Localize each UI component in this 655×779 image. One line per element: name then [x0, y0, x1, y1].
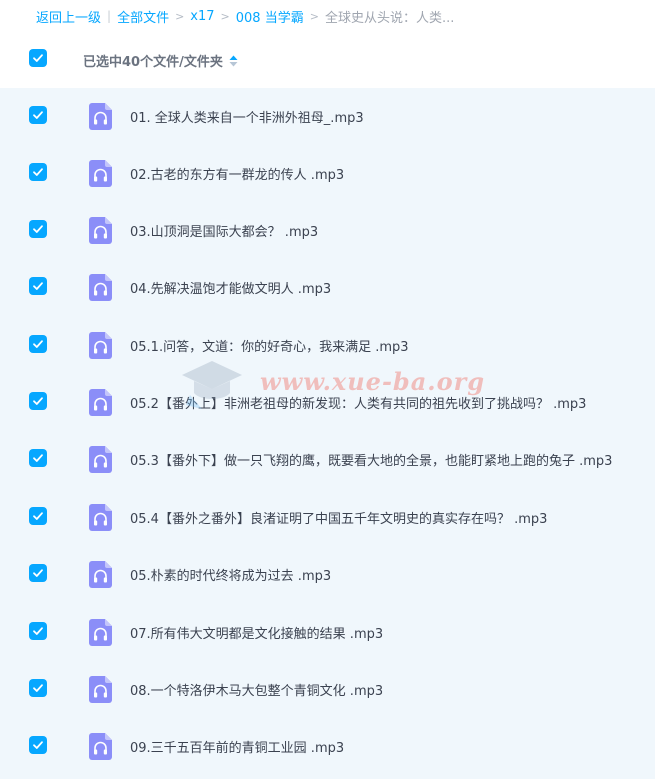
audio-file-icon: [89, 733, 112, 760]
checkmark-icon: [33, 569, 43, 577]
file-row[interactable]: 05.朴素的时代终将成为过去 .mp3: [0, 546, 655, 603]
file-name[interactable]: 05.4【番外之番外】良渚证明了中国五千年文明史的真实存在吗？ .mp3: [130, 508, 547, 527]
file-row[interactable]: 03.山顶洞是国际大都会？ .mp3: [0, 202, 655, 259]
checkmark-icon: [33, 627, 43, 635]
file-name[interactable]: 03.山顶洞是国际大都会？ .mp3: [130, 221, 318, 240]
file-checkbox[interactable]: [29, 106, 47, 124]
checkmark-icon: [33, 512, 43, 520]
file-name[interactable]: 08.一个特洛伊木马大包整个青铜文化 .mp3: [130, 680, 383, 699]
file-row[interactable]: 05.2【番外上】非洲老祖母的新发现：人类有共同的祖先收到了挑战吗？ .mp3: [0, 374, 655, 431]
file-name[interactable]: 02.古老的东方有一群龙的传人 .mp3: [130, 164, 344, 183]
sort-icon[interactable]: [229, 55, 238, 67]
audio-file-icon: [89, 389, 112, 416]
file-checkbox[interactable]: [29, 277, 47, 295]
checkmark-icon: [33, 340, 43, 348]
breadcrumb-chevron-icon: >: [220, 9, 230, 23]
selection-count-label: 已选中40个文件/文件夹: [83, 55, 223, 70]
file-checkbox[interactable]: [29, 564, 47, 582]
audio-file-icon: [89, 676, 112, 703]
list-header: 已选中40个文件/文件夹: [0, 36, 655, 82]
file-list: 01. 全球人类来自一个非洲外祖母_.mp3 02.古老的东方有一群龙的传人 .m…: [0, 88, 655, 779]
checkmark-icon: [33, 741, 43, 749]
file-name[interactable]: 04.先解决温饱才能做文明人 .mp3: [130, 278, 331, 297]
audio-file-icon: [89, 332, 112, 359]
file-checkbox[interactable]: [29, 449, 47, 467]
checkmark-icon: [33, 397, 43, 405]
file-name[interactable]: 05.2【番外上】非洲老祖母的新发现：人类有共同的祖先收到了挑战吗？ .mp3: [130, 393, 586, 412]
file-checkbox[interactable]: [29, 736, 47, 754]
file-row[interactable]: 08.一个特洛伊木马大包整个青铜文化 .mp3: [0, 661, 655, 718]
checkmark-icon: [33, 111, 43, 119]
breadcrumb-folder-008[interactable]: 008 当学霸: [236, 7, 304, 26]
audio-file-icon: [89, 274, 112, 301]
back-link[interactable]: 返回上一级: [36, 7, 101, 26]
file-row[interactable]: 02.古老的东方有一群龙的传人 .mp3: [0, 145, 655, 202]
file-name[interactable]: 05.1.问答，文道：你的好奇心，我来满足 .mp3: [130, 336, 409, 355]
file-name[interactable]: 05.3【番外下】做一只飞翔的鹰，既要看大地的全景，也能盯紧地上跑的兔子 .mp…: [130, 450, 612, 469]
file-name[interactable]: 01. 全球人类来自一个非洲外祖母_.mp3: [130, 107, 364, 126]
audio-file-icon: [89, 217, 112, 244]
file-checkbox[interactable]: [29, 163, 47, 181]
file-row[interactable]: 05.4【番外之番外】良渚证明了中国五千年文明史的真实存在吗？ .mp3: [0, 489, 655, 546]
file-name[interactable]: 07.所有伟大文明都是文化接触的结果 .mp3: [130, 623, 383, 642]
file-checkbox[interactable]: [29, 507, 47, 525]
audio-file-icon: [89, 103, 112, 130]
file-name[interactable]: 05.朴素的时代终将成为过去 .mp3: [130, 565, 331, 584]
file-row[interactable]: 07.所有伟大文明都是文化接触的结果 .mp3: [0, 604, 655, 661]
checkmark-icon: [33, 454, 43, 462]
breadcrumb-chevron-icon: >: [175, 9, 185, 23]
file-row[interactable]: 01. 全球人类来自一个非洲外祖母_.mp3: [0, 88, 655, 145]
audio-file-icon: [89, 619, 112, 646]
breadcrumb-folder-x17[interactable]: x17: [190, 9, 214, 24]
audio-file-icon: [89, 160, 112, 187]
breadcrumb-chevron-icon: >: [309, 9, 319, 23]
file-row[interactable]: 05.3【番外下】做一只飞翔的鹰，既要看大地的全景，也能盯紧地上跑的兔子 .mp…: [0, 431, 655, 488]
audio-file-icon: [89, 504, 112, 531]
checkmark-icon: [33, 282, 43, 290]
checkmark-icon: [33, 684, 43, 692]
file-row[interactable]: 05.1.问答，文道：你的好奇心，我来满足 .mp3: [0, 317, 655, 374]
file-checkbox[interactable]: [29, 622, 47, 640]
file-checkbox[interactable]: [29, 392, 47, 410]
audio-file-icon: [89, 561, 112, 588]
file-checkbox[interactable]: [29, 220, 47, 238]
file-checkbox[interactable]: [29, 335, 47, 353]
selection-count: 已选中40个文件/文件夹: [83, 51, 238, 70]
breadcrumb: 返回上一级 | 全部文件 > x17 > 008 当学霸 > 全球史从头说：人类…: [0, 0, 655, 32]
file-row[interactable]: 04.先解决温饱才能做文明人 .mp3: [0, 259, 655, 316]
checkmark-icon: [33, 225, 43, 233]
breadcrumb-divider: |: [107, 9, 112, 23]
file-row[interactable]: 09.三千五百年前的青铜工业园 .mp3: [0, 718, 655, 775]
breadcrumb-all-files[interactable]: 全部文件: [117, 7, 169, 26]
breadcrumb-current-folder: 全球史从头说：人类...: [324, 10, 455, 26]
file-checkbox[interactable]: [29, 679, 47, 697]
audio-file-icon: [89, 446, 112, 473]
checkmark-icon: [33, 54, 43, 62]
select-all-checkbox[interactable]: [29, 49, 47, 67]
checkmark-icon: [33, 168, 43, 176]
file-name[interactable]: 09.三千五百年前的青铜工业园 .mp3: [130, 737, 344, 756]
